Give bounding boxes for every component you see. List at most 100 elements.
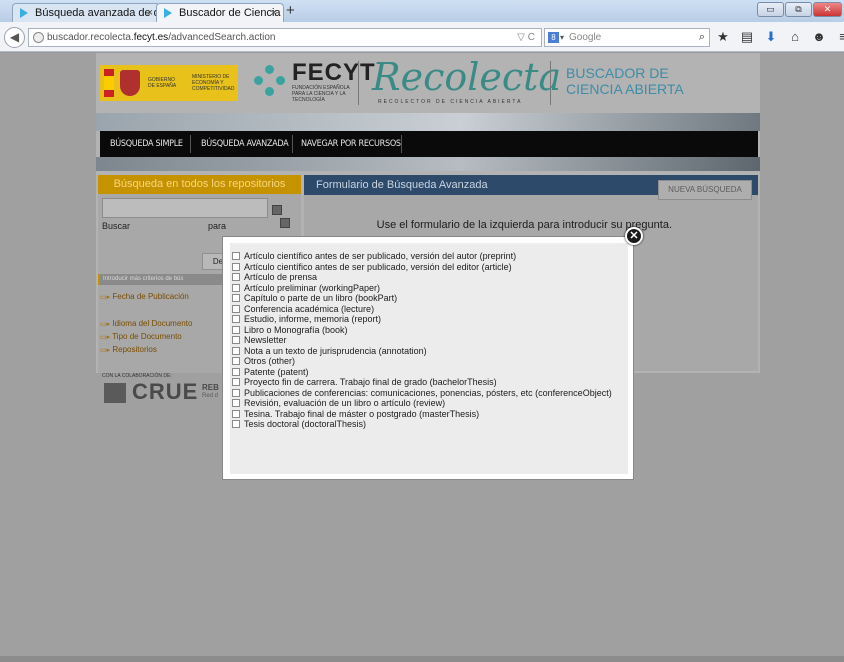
checkbox[interactable] [232,283,240,292]
option-newsletter[interactable]: Newsletter [230,335,628,346]
option-working-paper[interactable]: Artículo preliminar (workingPaper) [230,283,628,294]
maximize-button[interactable]: ⧉ [785,2,812,17]
option-other[interactable]: Otros (other) [230,356,628,367]
option-book-part[interactable]: Capítulo o parte de un libro (bookPart) [230,293,628,304]
recolecta-subtitle: RECOLECTOR DE CIENCIA ABIERTA [378,99,523,105]
option-label: Revisión, evaluación de un libro o artíc… [244,398,446,409]
header-banner [96,113,760,131]
document-type-list: Artículo científico antes de ser publica… [230,243,628,474]
checkbox[interactable] [232,294,240,303]
checkbox[interactable] [232,378,240,387]
search-input-field[interactable] [102,198,268,218]
checkbox[interactable] [232,409,240,418]
divider [550,61,551,105]
option-label: Estudio, informe, memoria (report) [244,314,382,325]
expand-arrow-icon: ▭▸ [100,347,111,354]
tab-close-icon[interactable]: × [271,7,277,19]
option-label: Proyecto fin de carrera. Trabajo final d… [244,377,497,388]
checkbox[interactable] [232,420,240,429]
url-bar[interactable]: buscador.recolecta.fecyt.es/advancedSear… [28,28,542,47]
recolecta-logo[interactable]: Recolecta [372,55,561,99]
close-icon[interactable]: ✕ [625,227,643,245]
reload-icon[interactable]: ▽ C [517,29,535,46]
option-articulo-prensa[interactable]: Artículo de prensa [230,272,628,283]
tab-busqueda-avanzada[interactable]: Búsqueda avanzada de doc... × [12,3,160,22]
search-engine-icon[interactable]: 8 [548,32,559,43]
checkbox[interactable] [232,262,240,271]
crue-text: CRUE [132,379,199,404]
recolecta-favicon-icon [164,8,172,18]
magnifier-icon[interactable]: ⌕ [699,29,705,46]
search-field-toggle-icon[interactable] [272,205,282,215]
facet-repositorios[interactable]: ▭▸ Repositorios [100,345,157,354]
tab-label: Buscador de Ciencia Abiert... [179,7,283,19]
option-label: Libro o Monografía (book) [244,324,348,335]
main-menu: BÚSQUEDA SIMPLE BÚSQUEDA AVANZADA NAVEGA… [100,131,758,157]
tab-buscador-ciencia-abierta[interactable]: Buscador de Ciencia Abiert... × [156,3,284,22]
back-button[interactable]: ◀ [4,27,25,48]
tab-close-icon[interactable]: × [147,7,153,19]
checkbox[interactable] [232,346,240,355]
option-book[interactable]: Libro o Monografía (book) [230,325,628,336]
menu-busqueda-simple[interactable]: BÚSQUEDA SIMPLE [110,131,183,157]
rebiun-text: REB [202,383,219,392]
document-type-dialog: Artículo científico antes de ser publica… [222,236,634,480]
facet-label: Fecha de Publicación [112,292,189,301]
option-article[interactable]: Artículo científico antes de ser publica… [230,262,628,273]
divider [190,135,191,153]
checkbox[interactable] [232,388,240,397]
option-review[interactable]: Revisión, evaluación de un libro o artíc… [230,398,628,409]
chevron-down-icon[interactable]: ▾ [560,29,564,46]
option-patent[interactable]: Patente (patent) [230,367,628,378]
close-window-button[interactable]: ✕ [813,2,842,17]
checkbox[interactable] [232,325,240,334]
option-bachelor-thesis[interactable]: Proyecto fin de carrera. Trabajo final d… [230,377,628,388]
option-annotation[interactable]: Nota a un texto de jurisprudencia (annot… [230,346,628,357]
checkbox[interactable] [232,252,240,261]
browser-toolbar: ★ ▤ ⬇ ⌂ ☻ ≡ [716,28,844,46]
expand-arrow-icon: ▭▸ [100,294,111,301]
option-lecture[interactable]: Conferencia académica (lecture) [230,304,628,315]
option-conference-object[interactable]: Publicaciones de conferencias: comunicac… [230,388,628,399]
checkbox[interactable] [232,273,240,282]
chat-icon[interactable]: ☻ [812,28,826,46]
facet-idioma[interactable]: ▭▸ Idioma del Documento [100,319,192,328]
buscar-label: Buscar [102,221,131,231]
nueva-busqueda-button[interactable]: NUEVA BÚSQUEDA [658,180,752,200]
facet-fecha-publicacion[interactable]: ▭▸ Fecha de Publicación [100,292,189,301]
checkbox[interactable] [232,336,240,345]
rebiun-subtext: Red d [202,393,219,399]
facet-tipo-documento[interactable]: ▭▸ Tipo de Documento [100,332,182,341]
site-title-line1: BUSCADOR DE [566,65,669,81]
menu-banner [96,157,760,171]
divider [401,135,402,153]
url-domain: fecyt.es [133,32,169,43]
minimize-button[interactable]: ▭ [757,2,784,17]
more-criteria-bar[interactable]: Introducir más criterios de bús [98,274,228,285]
search-input[interactable]: 8 ▾ Google ⌕ [544,28,710,47]
fecyt-subtitle: FUNDACIÓN ESPAÑOLA PARA LA CIENCIA Y LA … [292,85,350,103]
para-field-toggle-icon[interactable] [280,218,290,228]
download-icon[interactable]: ⬇ [764,28,778,46]
menu-icon[interactable]: ≡ [836,28,844,46]
option-master-thesis[interactable]: Tesina. Trabajo final de máster o postgr… [230,409,628,420]
gobierno-logo: GOBIERNO DE ESPAÑA MINISTERIO DE ECONOMÍ… [100,65,238,101]
checkbox[interactable] [232,367,240,376]
bookmark-star-icon[interactable]: ★ [716,28,730,46]
divider [292,135,293,153]
option-label: Artículo científico antes de ser publica… [244,251,517,262]
checkbox[interactable] [232,399,240,408]
option-preprint[interactable]: Artículo científico antes de ser publica… [230,251,628,262]
new-tab-button[interactable]: + [286,3,295,18]
fecyt-logo-icon [254,65,286,97]
home-icon[interactable]: ⌂ [788,28,802,46]
reading-list-icon[interactable]: ▤ [740,28,754,46]
option-doctoral-thesis[interactable]: Tesis doctoral (doctoralThesis) [230,419,628,430]
checkbox[interactable] [232,315,240,324]
status-bar [0,656,844,662]
checkbox[interactable] [232,304,240,313]
menu-busqueda-avanzada[interactable]: BÚSQUEDA AVANZADA [201,131,289,157]
checkbox[interactable] [232,357,240,366]
option-report[interactable]: Estudio, informe, memoria (report) [230,314,628,325]
menu-navegar-recursos[interactable]: NAVEGAR POR RECURSOS [301,131,401,157]
